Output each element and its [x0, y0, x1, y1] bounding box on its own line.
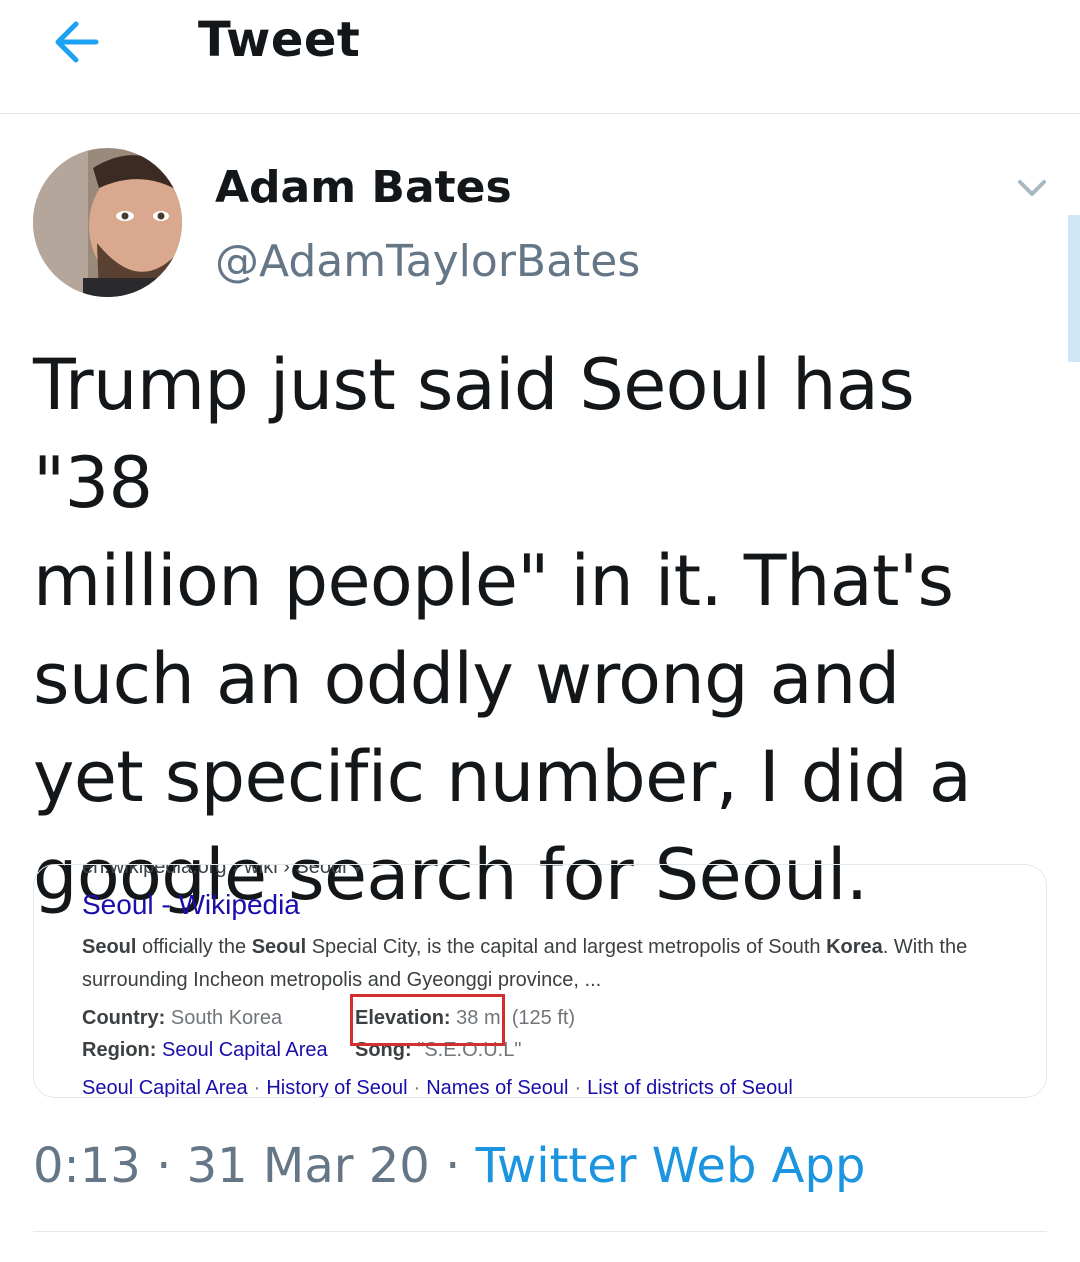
tweet-meta: 0:13 · 31 Mar 20 · Twitter Web App: [33, 1132, 865, 1200]
snippet-bold: Korea: [826, 936, 883, 958]
link-separator: ·: [413, 1077, 421, 1098]
chevron-down-icon: [1018, 180, 1046, 196]
snippet-text: Special City, is the capital and largest…: [306, 936, 827, 958]
snippet-text: officially the: [136, 936, 252, 958]
author-handle[interactable]: @AdamTaylorBates: [215, 232, 640, 292]
top-bar: Tweet: [0, 0, 1080, 114]
back-button[interactable]: [48, 12, 108, 72]
page-title: Tweet: [198, 12, 361, 68]
result-title: Seoul - Wikipedia: [82, 889, 300, 920]
meta-separator: ·: [445, 1138, 461, 1194]
fact-value: Seoul Capital Area: [162, 1039, 328, 1061]
fact-key: Country: [82, 1007, 159, 1029]
tweet-time: 0:13: [33, 1138, 141, 1194]
result-sitelinks: Seoul Capital Area · History of Seoul · Name…: [82, 1077, 793, 1098]
sitelink: History of Seoul: [266, 1077, 408, 1098]
link-separator: ·: [574, 1077, 582, 1098]
arrow-left-icon: [55, 21, 99, 63]
tweet-date: 31 Mar 20: [186, 1138, 430, 1194]
snippet-bold: Seoul: [251, 936, 307, 958]
result-snippet: Seoul officially the Seoul Special City,…: [82, 931, 982, 997]
divider: [33, 1231, 1047, 1232]
avatar-photo: [33, 148, 182, 297]
tweet-source-link[interactable]: Twitter Web App: [476, 1138, 866, 1194]
tweet-menu-button[interactable]: [1010, 170, 1054, 206]
snippet-bold: Seoul: [82, 936, 137, 958]
fact-value-extra: (125 ft): [511, 1007, 576, 1029]
link-separator: ·: [253, 1077, 261, 1098]
embedded-screenshot-card[interactable]: en.wikipedia.org › wiki › Seoul ▾ Seoul -…: [33, 864, 1047, 1098]
fact-value: South Korea: [170, 1007, 283, 1029]
result-url: en.wikipedia.org › wiki › Seoul ▾: [82, 864, 361, 879]
result-url-text: en.wikipedia.org › wiki › Seoul: [82, 864, 347, 878]
tweet-text: Trump just said Seoul has "38 million pe…: [33, 344, 972, 916]
dropdown-arrow-icon: ▾: [354, 864, 361, 876]
sitelink: Names of Seoul: [426, 1077, 569, 1098]
fact-region: Region: Seoul Capital Area: [82, 1039, 328, 1061]
fact-key: Region: [82, 1039, 150, 1061]
sitelink: List of districts of Seoul: [587, 1077, 793, 1098]
meta-separator: ·: [156, 1138, 172, 1194]
author-name[interactable]: Adam Bates: [215, 158, 512, 218]
fact-country: Country: South Korea: [82, 1007, 283, 1029]
scrollbar-thumb[interactable]: [1068, 215, 1080, 362]
highlight-box: [350, 994, 505, 1046]
sitelink: Seoul Capital Area: [82, 1077, 248, 1098]
avatar[interactable]: [33, 148, 182, 297]
